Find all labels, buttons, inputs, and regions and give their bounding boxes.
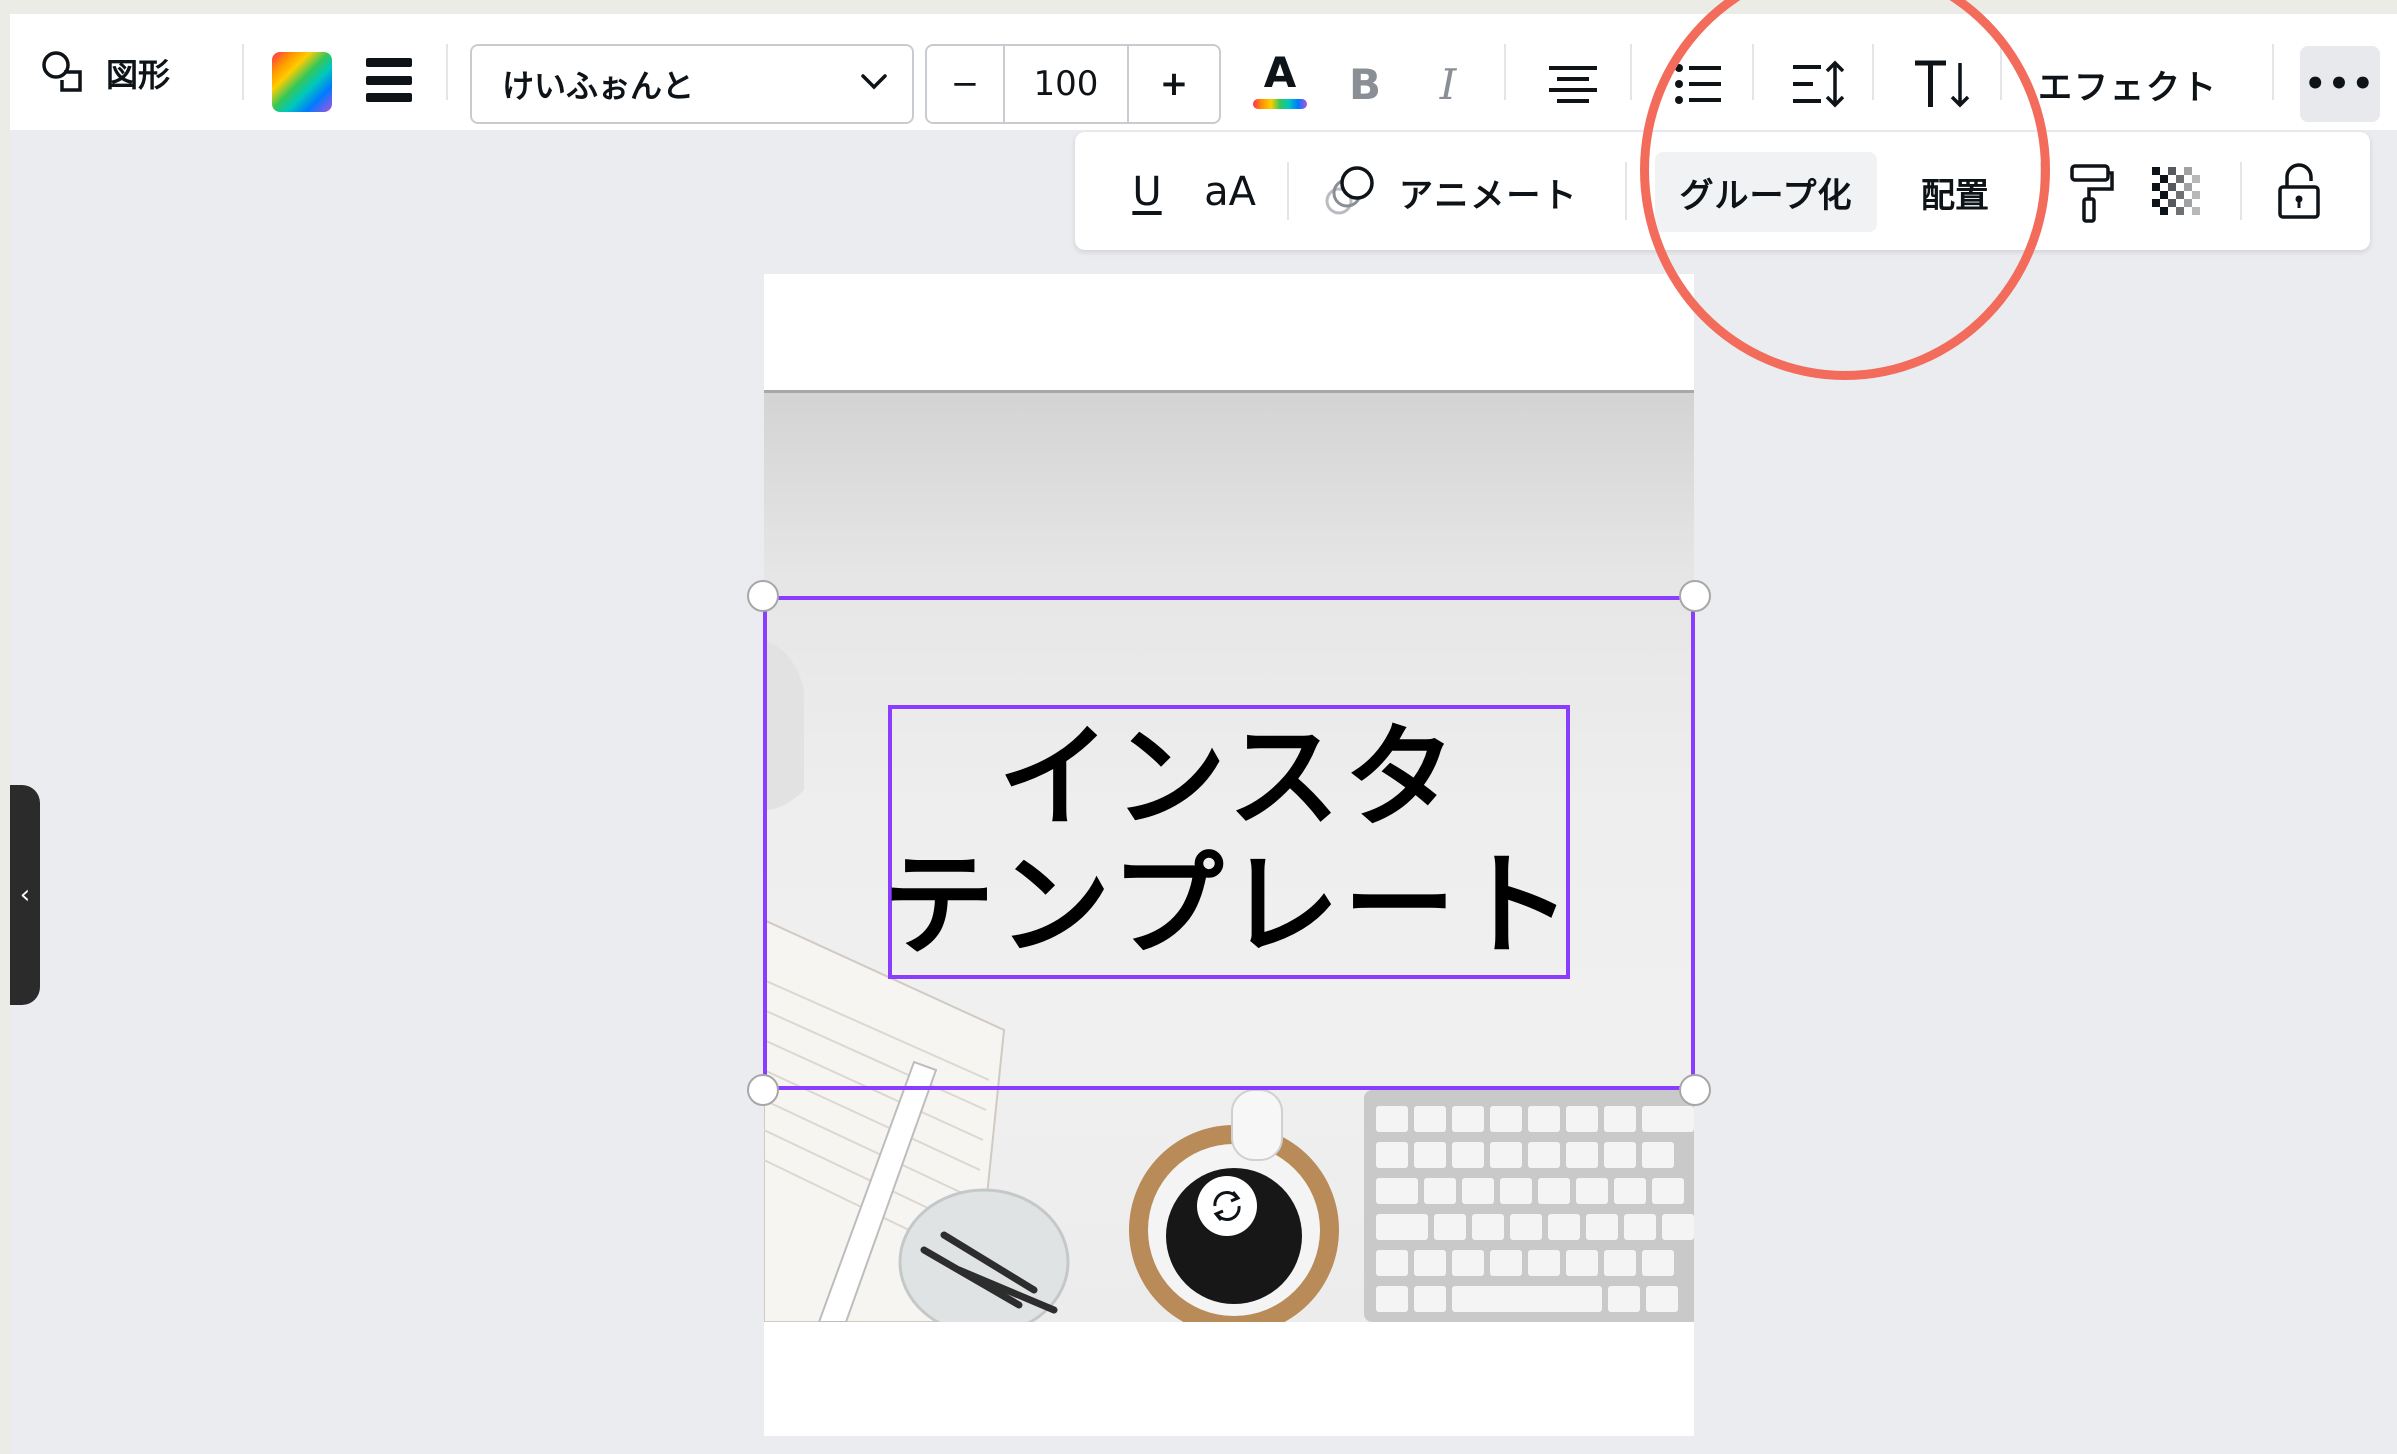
animate-button[interactable]: アニメート	[1325, 162, 1578, 222]
paint-roller-icon[interactable]	[2065, 162, 2119, 224]
shape-icon	[40, 50, 84, 96]
toolbar-divider	[242, 44, 244, 100]
decrease-font-size-button[interactable]: −	[927, 46, 1005, 122]
side-panel-toggle[interactable]: ‹	[10, 785, 40, 1005]
toolbar-divider	[2272, 44, 2274, 100]
align-center-icon[interactable]	[1545, 58, 1601, 110]
transparency-icon[interactable]	[2151, 166, 2205, 220]
increase-font-size-button[interactable]: +	[1127, 46, 1219, 122]
lock-icon[interactable]	[2275, 160, 2323, 222]
toolbar-divider	[1287, 162, 1289, 220]
window-left-border	[0, 0, 10, 1454]
toolbar-divider	[1504, 44, 1506, 100]
window-top-border	[0, 0, 2397, 14]
underline-button[interactable]: U	[1125, 162, 1169, 222]
annotation-highlight-circle	[1640, 0, 2050, 380]
letter-case-button[interactable]: aA	[1195, 162, 1265, 222]
italic-button[interactable]: I	[1423, 54, 1473, 114]
resize-handle-top-right[interactable]	[1679, 580, 1711, 612]
title-text-box[interactable]: インスタ テンプレート	[883, 705, 1571, 979]
text-color-glyph: A	[1263, 48, 1297, 97]
animate-icon	[1325, 163, 1379, 221]
toolbar-divider	[2240, 162, 2242, 220]
font-size-input[interactable]: 100	[1005, 46, 1127, 122]
font-size-stepper: − 100 +	[925, 44, 1221, 124]
rotate-icon[interactable]	[1197, 1176, 1257, 1236]
toolbar-divider	[1625, 162, 1627, 220]
shape-label: 図形	[106, 56, 171, 94]
title-line-1[interactable]: インスタ	[998, 714, 1460, 842]
line-weight-icon[interactable]	[365, 58, 413, 102]
toolbar-divider	[446, 44, 448, 100]
chevron-down-icon	[860, 73, 888, 95]
text-color-button[interactable]: A	[1248, 44, 1312, 116]
title-line-2[interactable]: テンプレート	[883, 842, 1576, 970]
color-picker-icon[interactable]	[272, 52, 332, 112]
animate-label: アニメート	[1399, 175, 1579, 216]
resize-handle-top-left[interactable]	[747, 580, 779, 612]
resize-handle-bottom-left[interactable]	[747, 1074, 779, 1106]
text-color-bar	[1253, 99, 1307, 109]
effects-button[interactable]: エフェクト	[2038, 54, 2218, 114]
more-options-button[interactable]: •••	[2300, 46, 2380, 122]
font-family-dropdown[interactable]: けいふぉんと	[470, 44, 914, 124]
toolbar-divider	[1630, 44, 1632, 100]
font-family-value: けいふぉんと	[502, 67, 695, 105]
resize-handle-bottom-right[interactable]	[1679, 1074, 1711, 1106]
bold-button[interactable]: B	[1340, 54, 1390, 114]
shape-button[interactable]: 図形	[40, 50, 170, 96]
